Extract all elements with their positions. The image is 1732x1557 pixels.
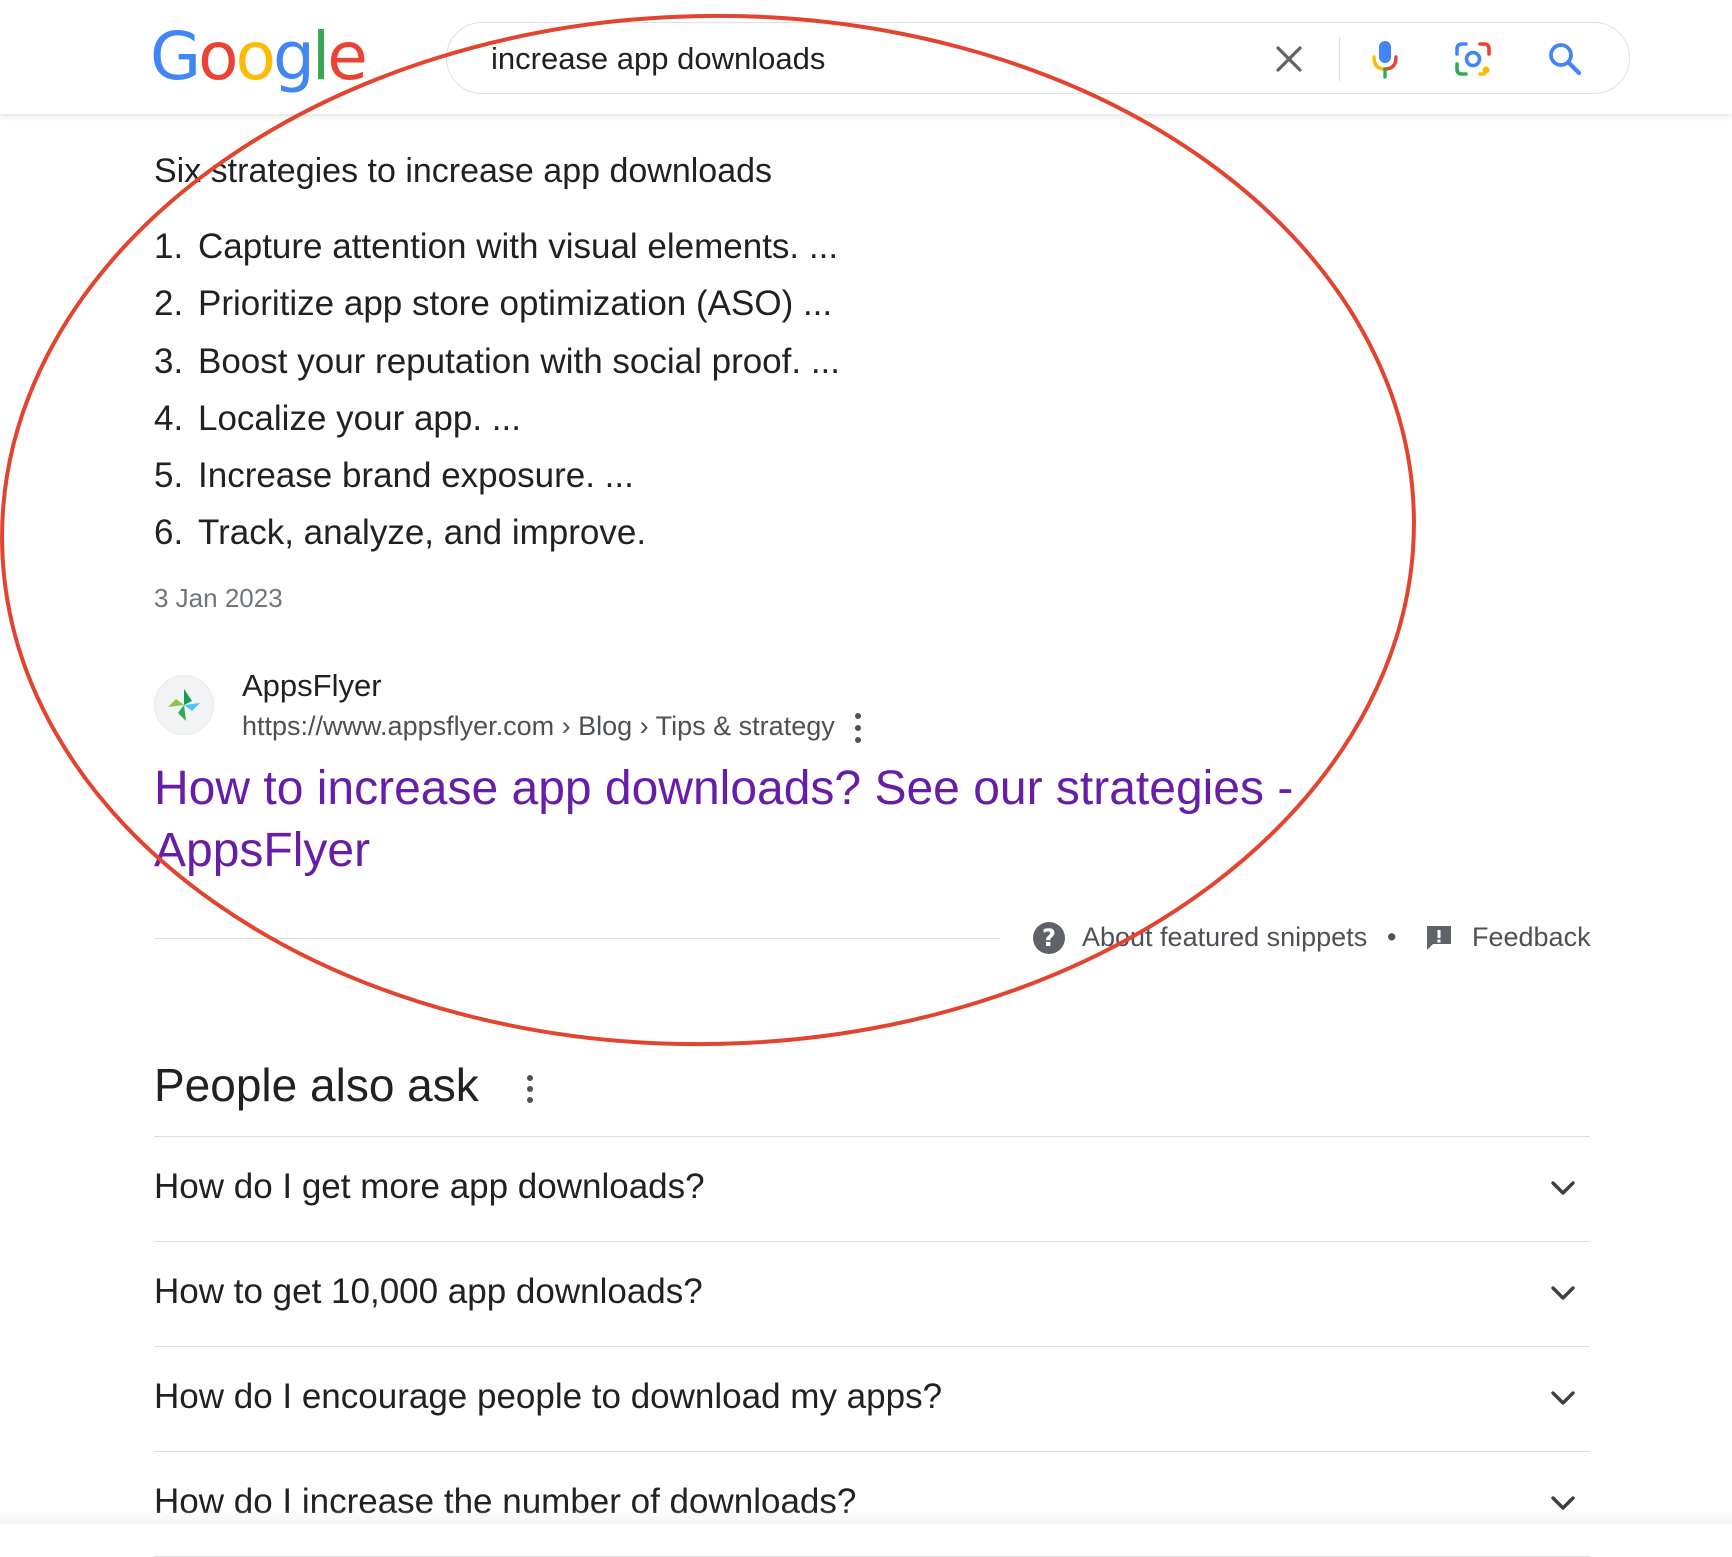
result-title-link[interactable]: How to increase app downloads? See our s… — [154, 758, 1354, 882]
paa-question[interactable]: How to get 10,000 app downloads? — [154, 1242, 1590, 1347]
snippet-date: 3 Jan 2023 — [154, 583, 283, 613]
list-item-number: 2. — [154, 284, 184, 324]
strategy-list: 1. Capture attention with visual elements… — [154, 222, 840, 566]
list-item-text: Prioritize app store optimization (ASO) … — [198, 284, 833, 324]
list-item: 3. Boost your reputation with social proo… — [154, 337, 840, 394]
paa-question[interactable]: How do I encourage people to download my… — [154, 1347, 1590, 1452]
list-item: 6. Track, analyze, and improve. — [154, 508, 840, 565]
search-icon[interactable] — [1543, 37, 1587, 81]
feedback-icon[interactable] — [1424, 923, 1454, 953]
chevron-down-icon — [1551, 1181, 1575, 1195]
list-item-number: 4. — [154, 398, 184, 438]
logo-letter-l: l — [311, 18, 330, 95]
list-item-number: 3. — [154, 341, 184, 381]
bottom-fade — [0, 1510, 1732, 1524]
paa-question[interactable]: How do I increase the number of download… — [154, 1452, 1590, 1557]
about-featured-snippets-link[interactable]: About featured snippets — [1082, 922, 1367, 953]
dot-separator: • — [1387, 922, 1397, 952]
list-item-text: Localize your app. ... — [198, 398, 521, 438]
divider — [154, 938, 1000, 939]
paa-more-options-icon[interactable] — [520, 1072, 540, 1106]
logo-letter-o2: o — [235, 18, 276, 95]
more-options-icon[interactable] — [848, 710, 868, 746]
list-item-number: 5. — [154, 456, 184, 496]
list-item-text: Boost your reputation with social proof.… — [198, 341, 840, 381]
logo-letter-o1: o — [198, 18, 238, 95]
chevron-down-icon — [1551, 1391, 1575, 1405]
snippet-heading: Six strategies to increase app downloads — [154, 152, 773, 190]
paa-list: How do I get more app downloads? How to … — [154, 1137, 1590, 1557]
list-item: 2. Prioritize app store optimization (ASO… — [154, 279, 840, 336]
feedback-link[interactable]: Feedback — [1472, 922, 1591, 953]
list-item: 1. Capture attention with visual elements… — [154, 222, 840, 279]
list-item-text: Capture attention with visual elements. … — [198, 227, 839, 266]
search-input[interactable]: increase app downloads — [491, 41, 825, 77]
logo-letter-e: e — [327, 18, 368, 95]
list-item-number: 6. — [154, 513, 184, 553]
paa-question-text: How to get 10,000 app downloads? — [154, 1272, 703, 1311]
list-item-number: 1. — [154, 227, 184, 266]
search-divider — [1339, 37, 1340, 81]
appsflyer-favicon-icon[interactable] — [154, 675, 214, 735]
close-icon[interactable] — [1267, 37, 1311, 81]
paa-question[interactable]: How do I get more app downloads? — [154, 1137, 1590, 1242]
paa-question-text: How do I encourage people to download my… — [154, 1377, 943, 1416]
source-name[interactable]: AppsFlyer — [242, 668, 382, 704]
google-logo[interactable]: Google — [150, 18, 368, 95]
mic-icon[interactable] — [1363, 37, 1407, 81]
header-bar: Google increase app downloads — [0, 0, 1732, 114]
logo-letter-g2: g — [272, 18, 315, 95]
paa-question-text: How do I get more app downloads? — [154, 1167, 705, 1206]
help-icon[interactable]: ? — [1033, 922, 1065, 954]
list-item: 4. Localize your app. ... — [154, 394, 840, 451]
list-item-text: Increase brand exposure. ... — [198, 456, 634, 496]
source-url[interactable]: https://www.appsflyer.com › Blog › Tips … — [242, 711, 835, 742]
search-box[interactable]: increase app downloads — [446, 22, 1630, 94]
lens-icon[interactable] — [1451, 37, 1495, 81]
logo-letter-g: G — [150, 18, 201, 95]
chevron-down-icon — [1551, 1286, 1575, 1300]
list-item: 5. Increase brand exposure. ... — [154, 451, 840, 508]
paa-heading: People also ask — [154, 1059, 479, 1111]
list-item-text: Track, analyze, and improve. — [198, 513, 647, 553]
